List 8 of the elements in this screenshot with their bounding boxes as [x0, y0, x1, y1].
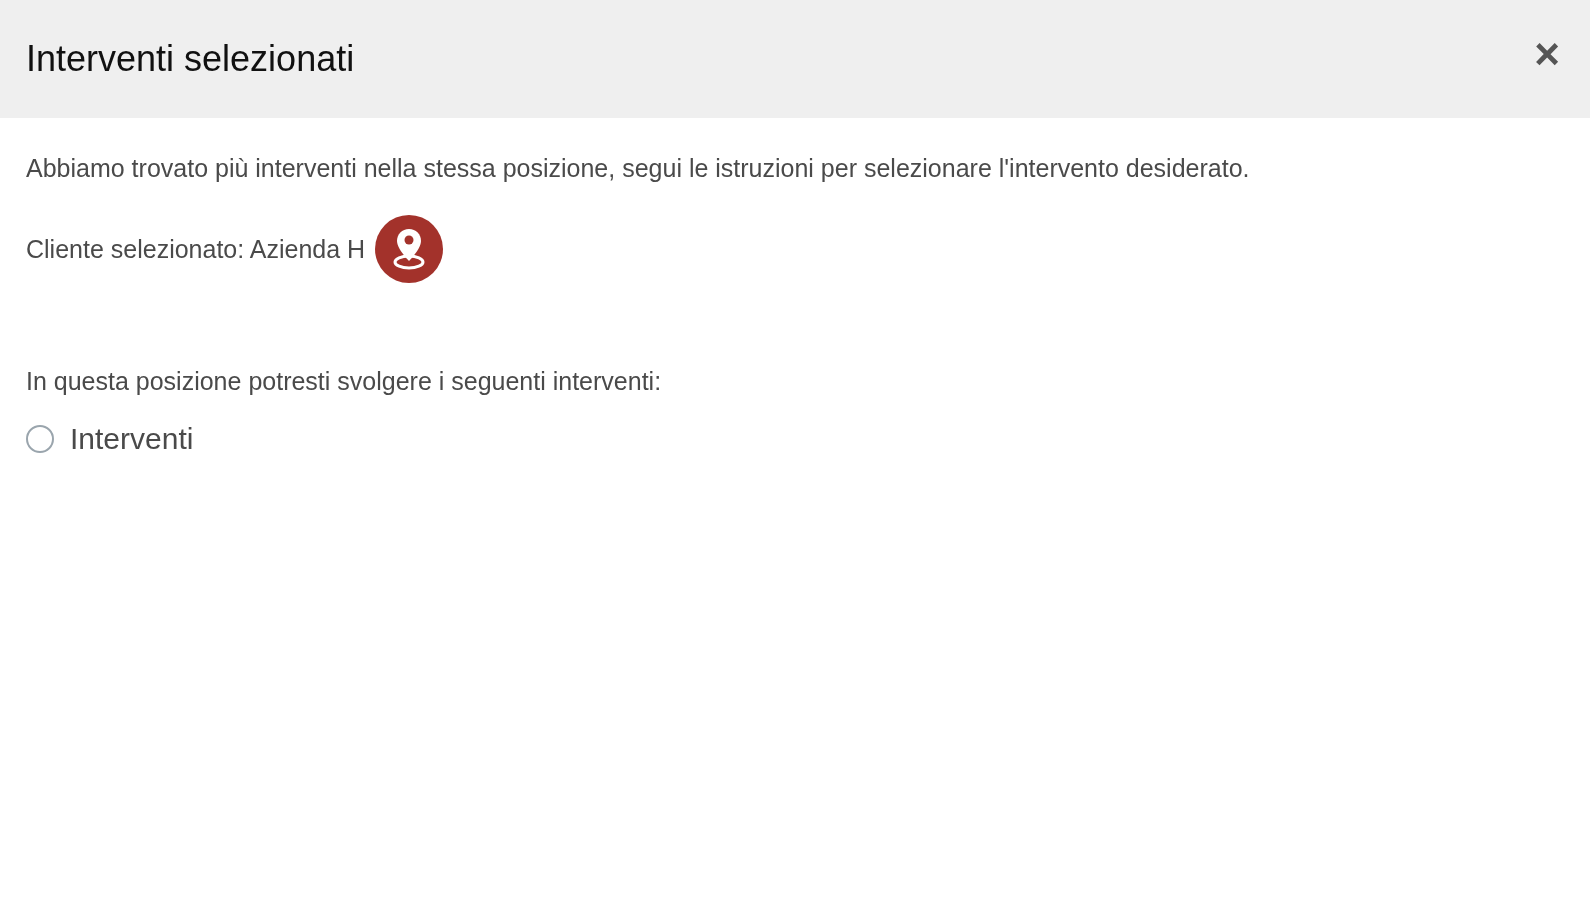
intervention-option[interactable]: Interventi	[26, 422, 1564, 456]
client-label: Cliente selezionato: Azienda H	[26, 234, 366, 264]
radio-button[interactable]	[26, 425, 54, 453]
info-message: Abbiamo trovato più interventi nella stessa posizione, segui le istruzioni per selezionare l'intervento desiderato.	[26, 154, 1251, 183]
close-button[interactable]: ×	[1530, 32, 1564, 76]
question-text: In questa posizione potresti svolgere i seguenti interventi:	[26, 367, 663, 396]
map-pin-icon[interactable]	[375, 215, 444, 283]
dialog-title: Interventi selezionati	[26, 38, 355, 80]
